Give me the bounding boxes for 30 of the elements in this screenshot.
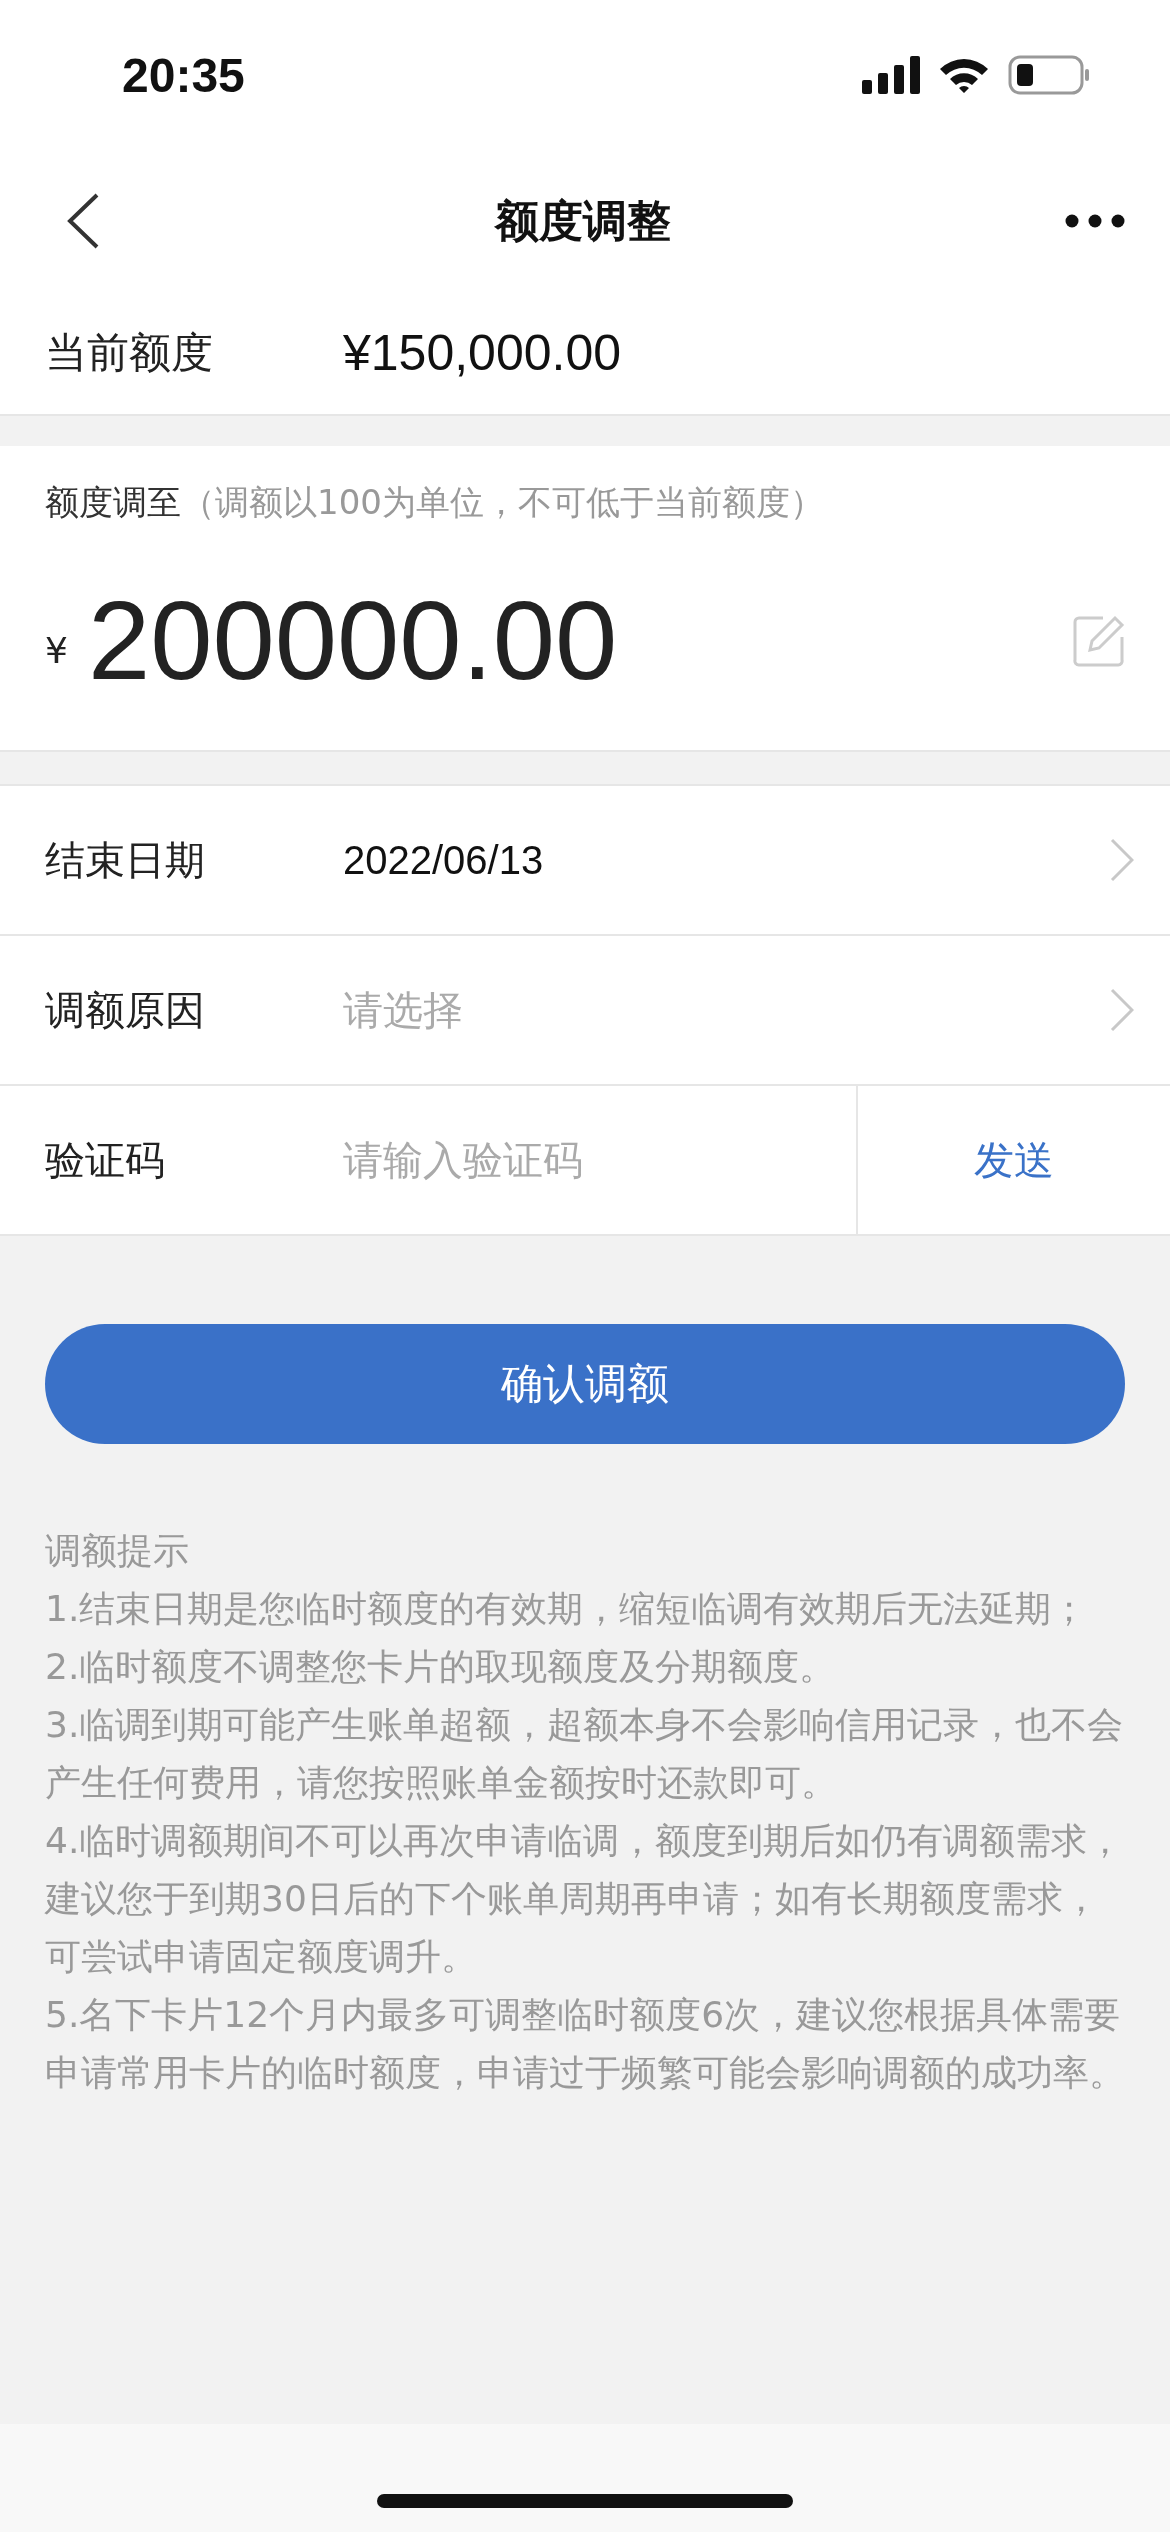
adjust-hint: （调额以100为单位，不可低于当前额度） bbox=[181, 481, 824, 524]
current-limit-label: 当前额度 bbox=[45, 327, 214, 379]
row-placeholder: 请选择 bbox=[343, 985, 464, 1035]
row-value: 2022/06/13 bbox=[343, 837, 545, 883]
chevron-right-icon bbox=[1110, 988, 1134, 1032]
tips-title: 调额提示 bbox=[45, 1529, 190, 1573]
chevron-right-icon bbox=[1110, 838, 1134, 882]
amount-field[interactable]: 200000.00 bbox=[87, 576, 1073, 705]
adjust-label: 额度调至 bbox=[45, 481, 181, 524]
tip-text: 3.临调到期可能产生账单超额，超额本身不会影响信用记录，也不会产生任何费用，请您按照账单金额按时还款即可。 bbox=[45, 1703, 1125, 1805]
back-icon[interactable] bbox=[66, 193, 100, 249]
tip-text: 2.临时额度不调整您卡片的取现额度及分期额度。 bbox=[45, 1645, 837, 1689]
row-label: 验证码 bbox=[45, 1135, 166, 1185]
more-icon[interactable] bbox=[1065, 214, 1125, 228]
code-row[interactable]: 验证码 请输入验证码 发送 bbox=[0, 1086, 1170, 1236]
tip-text: 1.结束日期是您临时额度的有效期，缩短临调有效期后无法延期； bbox=[45, 1587, 1089, 1631]
status-time: 20:35 bbox=[122, 47, 245, 103]
page-title: 额度调整 bbox=[494, 193, 671, 248]
wifi-icon bbox=[938, 56, 990, 94]
select-row[interactable]: 结束日期 2022/06/13 bbox=[0, 786, 1170, 936]
row-label: 结束日期 bbox=[45, 835, 206, 885]
code-input-field[interactable]: 请输入验证码 bbox=[343, 1086, 856, 1234]
tip-text: 4.临时调额期间不可以再次申请临调，额度到期后如仍有调额需求，建议您于到期30日后的下个账单周期再申请；如有长期额度需求，可尝试申请固定额度调升。 bbox=[45, 1819, 1125, 1979]
current-limit-value: ¥150,000.00 bbox=[343, 324, 622, 382]
row-label: 调额原因 bbox=[45, 985, 206, 1035]
currency-symbol: ¥ bbox=[45, 630, 68, 671]
battery-icon bbox=[1008, 55, 1090, 95]
confirm-button[interactable]: 确认调额 bbox=[45, 1324, 1125, 1444]
tip-text: 5.名下卡片12个月内最多可调整临时额度6次，建议您根据具体需要申请常用卡片的临时额度，申请过于频繁可能会影响调额的成功率。 bbox=[45, 1993, 1125, 2095]
signal-icon bbox=[862, 56, 920, 94]
